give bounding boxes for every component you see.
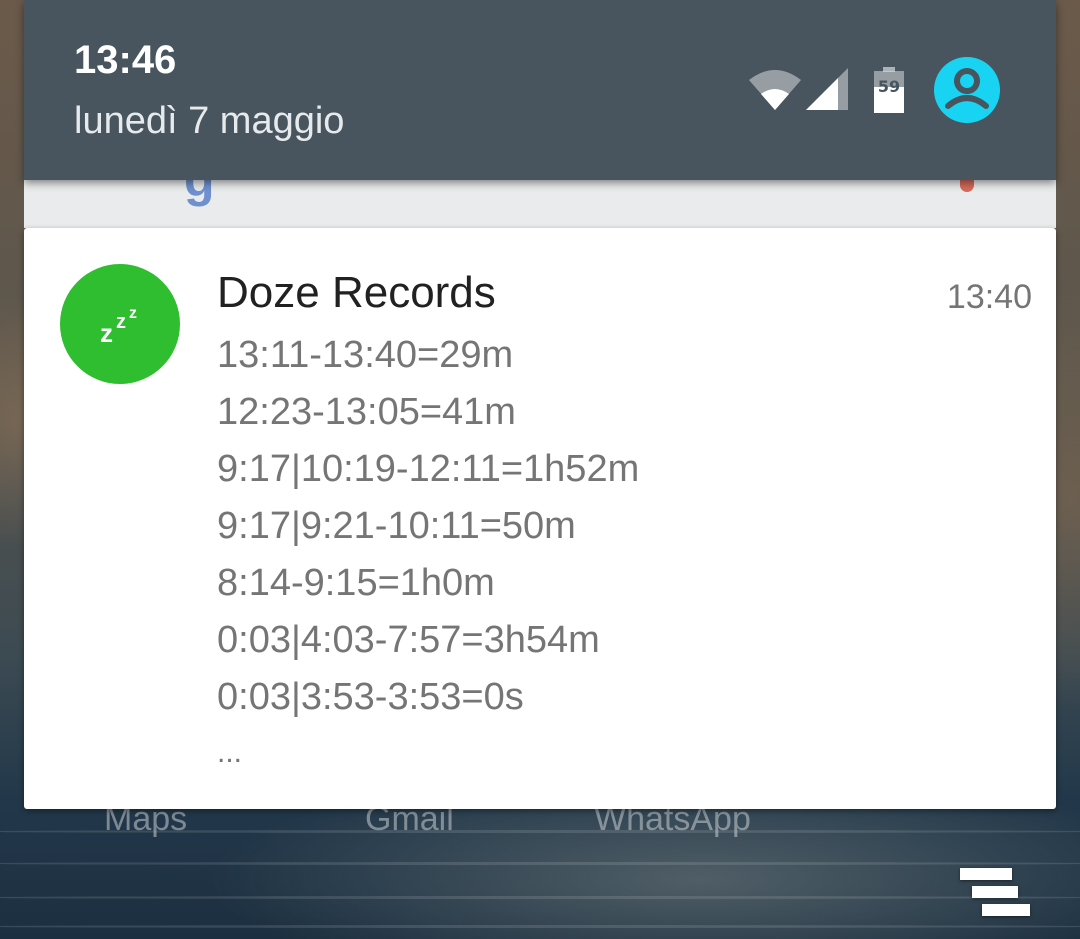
svg-text:z: z [100,318,113,348]
account-icon[interactable] [934,57,1000,128]
zzz-sleep-icon: z z z [60,264,180,384]
wallpaper-wave [0,896,1080,899]
doze-records-notification[interactable]: z z z Doze Records 13:40 13:11-13:40=29m… [24,228,1056,809]
status-date[interactable]: lunedì 7 maggio [74,100,344,143]
clear-all-bar [982,904,1030,916]
clear-all-bar [972,886,1018,898]
clear-all-bar [960,868,1012,880]
google-search-bar[interactable]: g [24,180,1056,228]
svg-text:z: z [129,305,137,322]
notification-time: 13:40 [946,278,1032,316]
battery-level: 59 [877,77,901,96]
google-logo-fragment: g [184,180,215,208]
svg-text:z: z [116,311,126,333]
doze-record-line: 13:11-13:40=29m [217,334,514,376]
status-icons: 59 [748,57,1000,128]
mic-icon [960,180,974,192]
doze-record-line: 8:14-9:15=1h0m [217,562,495,604]
more-records-ellipsis: ... [217,736,243,769]
clear-all-icon[interactable] [952,862,1036,922]
battery-icon: 59 [874,67,904,118]
notification-title: Doze Records [217,268,496,317]
doze-record-line: 9:17|9:21-10:11=50m [217,505,576,547]
wifi-icon [748,68,802,117]
doze-record-line: 9:17|10:19-12:11=1h52m [217,448,640,490]
doze-record-line: 12:23-13:05=41m [217,391,516,433]
doze-record-line: 0:03|3:53-3:53=0s [217,676,524,718]
notification-shade-header: 13:46 lunedì 7 maggio 59 [24,0,1056,180]
wallpaper-wave [0,925,1080,928]
doze-record-list: 13:11-13:40=29m 12:23-13:05=41m 9:17|10:… [217,327,639,726]
doze-record-line: 0:03|4:03-7:57=3h54m [217,619,600,661]
wallpaper-wave [0,862,1080,865]
cell-signal-icon [806,68,850,117]
status-clock: 13:46 [74,38,177,82]
